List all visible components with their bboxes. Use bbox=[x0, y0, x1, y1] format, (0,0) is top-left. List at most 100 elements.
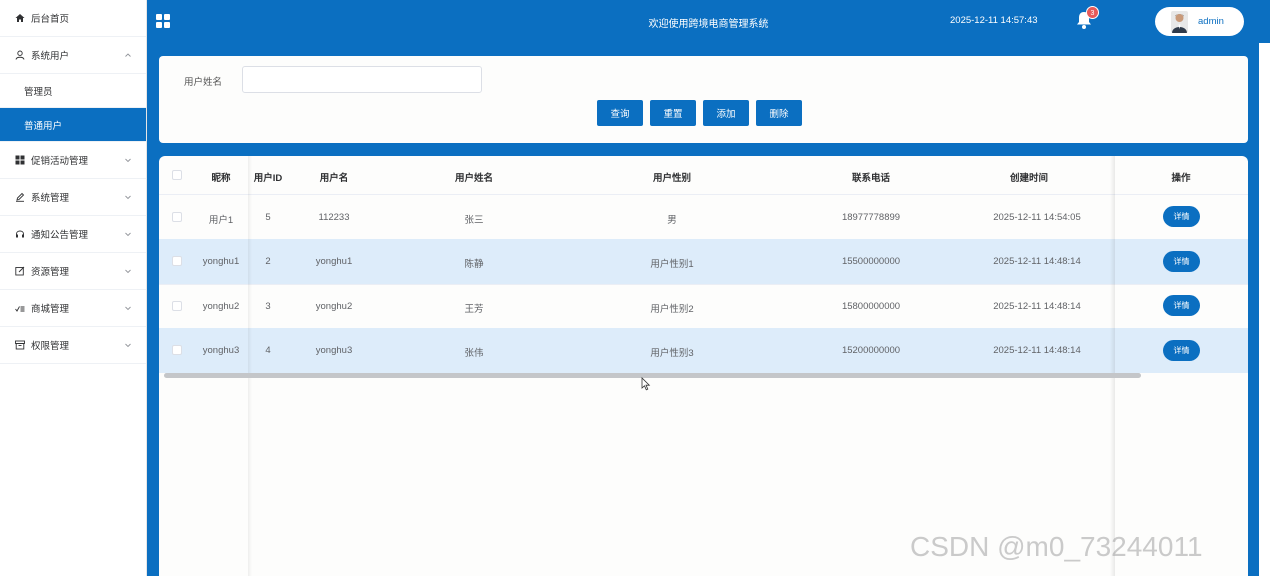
chevron-down-icon bbox=[124, 267, 132, 275]
sidebar-item-mall[interactable]: 商城管理 bbox=[0, 290, 146, 327]
sidebar-item-label: 管理员 bbox=[24, 86, 53, 98]
query-button[interactable]: 查询 bbox=[597, 100, 643, 126]
column-header-created-time[interactable]: 创建时间 bbox=[1010, 170, 1048, 184]
column-header-username[interactable]: 用户名 bbox=[320, 170, 349, 184]
user-icon bbox=[14, 49, 26, 61]
chevron-up-icon bbox=[124, 51, 132, 59]
page-edge bbox=[1259, 43, 1270, 576]
cell-created-time: 2025-12-11 14:48:14 bbox=[993, 345, 1081, 356]
edit-icon bbox=[14, 191, 26, 203]
header-datetime: 2025-12-11 14:57:43 bbox=[950, 15, 1038, 26]
cell-nickname: yonghu1 bbox=[202, 256, 240, 267]
cell-gender: 用户性别2 bbox=[650, 304, 694, 315]
cell-nickname: 用户1 bbox=[208, 215, 234, 226]
sidebar-item-label: 商城管理 bbox=[31, 304, 70, 315]
sidebar-item-label: 后台首页 bbox=[31, 14, 70, 25]
detail-button[interactable]: 详情 bbox=[1163, 251, 1200, 272]
detail-button[interactable]: 详情 bbox=[1163, 340, 1200, 361]
cell-user-id: 3 bbox=[265, 301, 271, 312]
cell-user-id: 4 bbox=[265, 345, 271, 356]
edit-box-icon bbox=[14, 265, 26, 277]
mouse-cursor-icon bbox=[641, 377, 651, 391]
cell-gender: 用户性别3 bbox=[650, 348, 694, 359]
check-list-icon bbox=[14, 302, 26, 314]
cell-created-time: 2025-12-11 14:48:14 bbox=[993, 256, 1081, 267]
user-menu[interactable]: admin bbox=[1155, 7, 1244, 36]
column-header-phone[interactable]: 联系电话 bbox=[852, 170, 890, 184]
cell-phone: 18977778899 bbox=[841, 212, 901, 223]
cell-phone: 15800000000 bbox=[841, 301, 901, 312]
cell-real-name: 张伟 bbox=[464, 348, 484, 359]
cell-gender: 用户性别1 bbox=[650, 259, 694, 270]
cell-username: yonghu1 bbox=[315, 256, 353, 267]
cell-created-time: 2025-12-11 14:54:05 bbox=[993, 212, 1081, 223]
column-header-real-name[interactable]: 用户姓名 bbox=[455, 170, 493, 184]
chevron-down-icon bbox=[124, 193, 132, 201]
cell-nickname: yonghu3 bbox=[202, 345, 240, 356]
detail-button[interactable]: 详情 bbox=[1163, 295, 1200, 316]
home-icon bbox=[14, 12, 26, 24]
cell-real-name: 王芳 bbox=[464, 304, 484, 315]
cell-real-name: 张三 bbox=[464, 215, 484, 226]
chevron-down-icon bbox=[124, 304, 132, 312]
row-checkbox[interactable] bbox=[172, 345, 182, 355]
reset-button[interactable]: 重置 bbox=[650, 100, 696, 126]
sidebar-item-label: 系统用户 bbox=[31, 51, 70, 62]
delete-button[interactable]: 删除 bbox=[756, 100, 802, 126]
username-search-input[interactable] bbox=[242, 66, 482, 93]
fixed-column-shadow bbox=[1110, 156, 1115, 576]
sidebar-item-system-management[interactable]: 系统管理 bbox=[0, 179, 146, 216]
column-header-user-id[interactable]: 用户ID bbox=[254, 170, 283, 184]
cell-real-name: 陈静 bbox=[464, 259, 484, 270]
sidebar-item-label: 权限管理 bbox=[31, 341, 70, 352]
grid-icon bbox=[14, 154, 26, 166]
cell-created-time: 2025-12-11 14:48:14 bbox=[993, 301, 1081, 312]
add-button[interactable]: 添加 bbox=[703, 100, 749, 126]
sidebar-item-admins[interactable]: 管理员 bbox=[0, 74, 146, 108]
sidebar-item-regular-users[interactable]: 普通用户 bbox=[0, 108, 146, 142]
fixed-column-shadow bbox=[248, 156, 252, 576]
sidebar-item-label: 资源管理 bbox=[31, 267, 70, 278]
top-header: 欢迎使用跨境电商管理系统 2025-12-11 14:57:43 bbox=[147, 0, 1270, 43]
detail-button[interactable]: 详情 bbox=[1163, 206, 1200, 227]
chevron-down-icon bbox=[124, 341, 132, 349]
cell-nickname: yonghu2 bbox=[202, 301, 240, 312]
row-checkbox[interactable] bbox=[172, 301, 182, 311]
cell-username: yonghu2 bbox=[315, 301, 353, 312]
avatar bbox=[1171, 10, 1188, 33]
sidebar-item-announcements[interactable]: 通知公告管理 bbox=[0, 216, 146, 253]
sidebar-item-label: 系统管理 bbox=[31, 193, 70, 204]
chevron-down-icon bbox=[124, 156, 132, 164]
sidebar-item-label: 促销活动管理 bbox=[31, 156, 89, 167]
row-checkbox[interactable] bbox=[172, 256, 182, 266]
cell-username: yonghu3 bbox=[315, 345, 353, 356]
sidebar: 后台首页 系统用户 管理员 普通用户 促销活动管理 系统管理 通知公告管理 资源… bbox=[0, 0, 147, 576]
horizontal-scrollbar[interactable] bbox=[164, 373, 1141, 378]
archive-icon bbox=[14, 339, 26, 351]
select-all-checkbox[interactable] bbox=[172, 170, 182, 180]
cell-username: 112233 bbox=[318, 212, 350, 223]
sidebar-item-label: 普通用户 bbox=[24, 120, 63, 132]
sidebar-item-home[interactable]: 后台首页 bbox=[0, 0, 146, 37]
sidebar-item-label: 通知公告管理 bbox=[31, 230, 89, 241]
divider bbox=[159, 194, 1248, 195]
username: admin bbox=[1198, 16, 1224, 27]
row-checkbox[interactable] bbox=[172, 212, 182, 222]
sidebar-item-system-users[interactable]: 系统用户 bbox=[0, 37, 146, 74]
divider bbox=[159, 284, 1248, 285]
search-label: 用户姓名 bbox=[184, 77, 223, 88]
cell-gender: 男 bbox=[667, 215, 677, 226]
cell-user-id: 5 bbox=[265, 212, 271, 223]
sidebar-item-resources[interactable]: 资源管理 bbox=[0, 253, 146, 290]
cell-user-id: 2 bbox=[265, 256, 271, 267]
watermark: CSDN @m0_73244011 bbox=[910, 531, 1203, 562]
page-title: 欢迎使用跨境电商管理系统 bbox=[648, 19, 769, 30]
cell-phone: 15500000000 bbox=[841, 256, 901, 267]
notification-badge: 3 bbox=[1086, 6, 1099, 19]
column-header-gender[interactable]: 用户性别 bbox=[653, 170, 691, 184]
sidebar-item-promotions[interactable]: 促销活动管理 bbox=[0, 142, 146, 179]
column-header-nickname[interactable]: 昵称 bbox=[211, 170, 230, 184]
headset-icon bbox=[14, 228, 26, 240]
cell-phone: 15200000000 bbox=[841, 345, 901, 356]
sidebar-item-permissions[interactable]: 权限管理 bbox=[0, 327, 146, 364]
